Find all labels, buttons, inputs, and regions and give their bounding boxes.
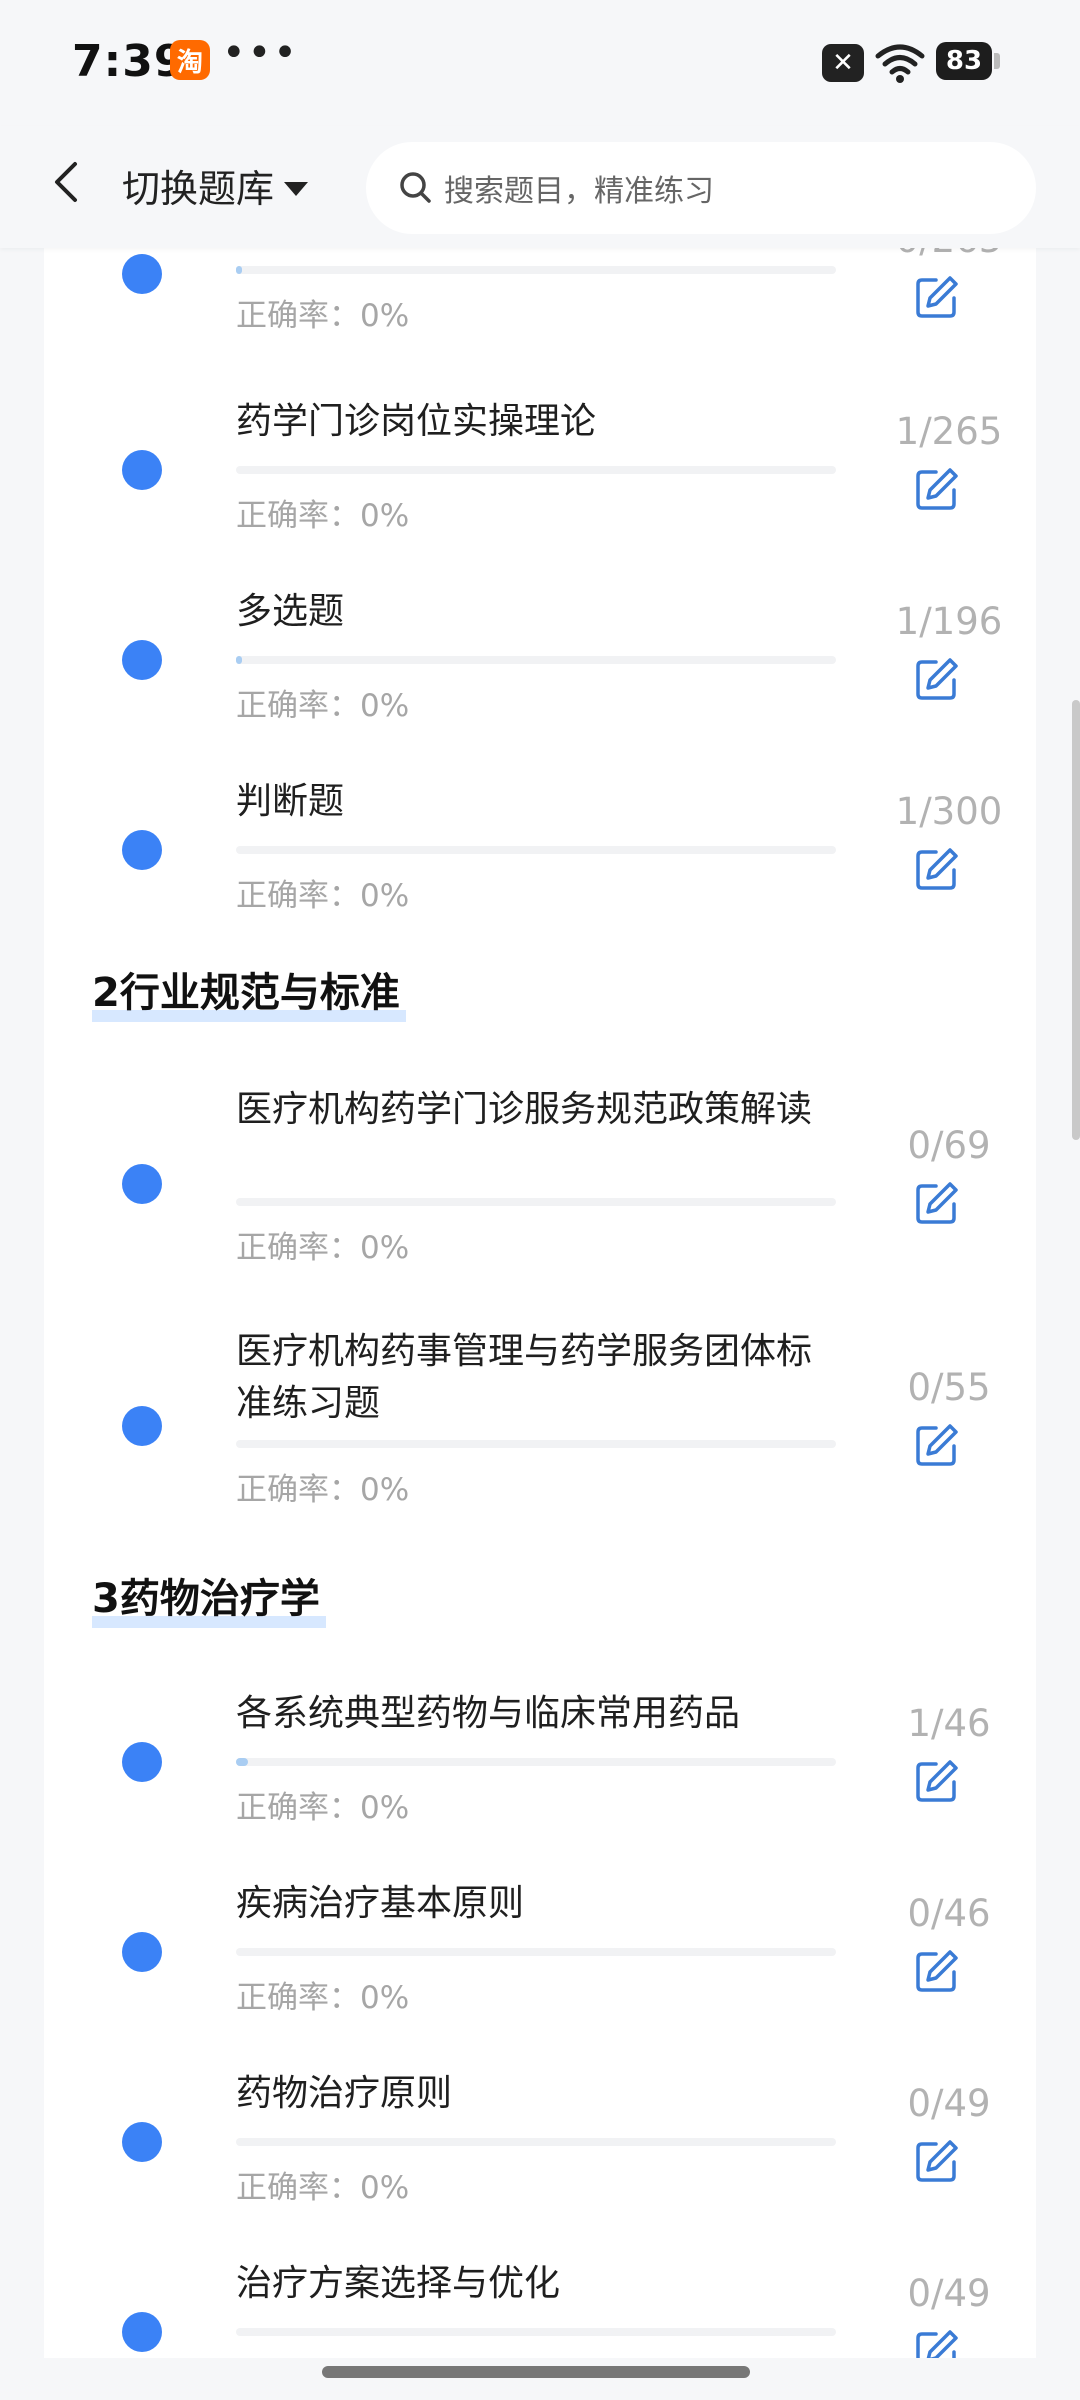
scrollbar[interactable] [1072, 700, 1080, 1140]
more-notifications-icon: ••• [222, 30, 299, 76]
status-dot [122, 2122, 162, 2162]
search-icon [400, 172, 431, 203]
status-dot [122, 1406, 162, 1446]
edit-icon[interactable] [914, 466, 960, 512]
back-button[interactable] [36, 152, 96, 212]
battery-tip [994, 53, 1000, 69]
progress-track [236, 2138, 836, 2146]
search-input[interactable]: 搜索题目，精准练习 [366, 142, 1036, 234]
question-count: 0/265 [874, 248, 1024, 261]
edit-icon[interactable] [914, 846, 960, 892]
progress-fill [236, 266, 242, 274]
question-count: 0/49 [907, 2272, 991, 2315]
taobao-app-icon: 淘 [170, 40, 210, 80]
status-bar: 7:39 淘 ••• ✕ 83 [0, 0, 1080, 126]
progress-track [236, 1440, 836, 1448]
accuracy-label: 正确率：0% [236, 1472, 410, 1508]
accuracy-label: 正确率：0% [236, 1230, 410, 1266]
item-title: 医疗机构药事管理与药学服务团体标准练习题 [236, 1331, 813, 1424]
section-title: 3药物治疗学 [92, 1566, 326, 1628]
edit-icon[interactable] [914, 656, 960, 702]
section-title: 2行业规范与标准 [92, 960, 406, 1022]
switch-bank-label: 切换题库 [122, 167, 275, 211]
status-dot [122, 640, 162, 680]
item-title: 多选题 [236, 591, 345, 632]
question-count: 1/196 [895, 600, 1003, 643]
item-title: 判断题 [236, 781, 345, 822]
progress-track [236, 1948, 836, 1956]
question-count: 0/55 [907, 1366, 991, 1409]
question-count: 0/69 [907, 1124, 991, 1167]
chevron-left-icon [55, 162, 77, 202]
home-indicator[interactable] [322, 2366, 750, 2378]
progress-track [236, 846, 836, 854]
battery-indicator: 83 [936, 42, 992, 80]
accuracy-label: 正确率：0% [236, 1980, 410, 2016]
edit-icon[interactable] [914, 2328, 960, 2358]
status-dot [122, 1164, 162, 1204]
item-title: 疾病治疗基本原则 [236, 1883, 525, 1924]
edit-icon[interactable] [914, 274, 960, 320]
progress-track [236, 266, 836, 274]
progress-track [236, 2328, 836, 2336]
question-bank-list: 0/265 正确率：0% 药学门诊岗位实操理论 1/265 正确率：0% 多选题… [44, 248, 1036, 2358]
notification-x-icon: ✕ [822, 44, 864, 82]
status-dot [122, 2312, 162, 2352]
switch-bank-button[interactable]: 切换题库 [122, 158, 309, 213]
accuracy-label: 正确率：0% [236, 2170, 410, 2206]
accuracy-label: 正确率：0% [236, 498, 410, 534]
wifi-icon [875, 44, 925, 83]
question-count: 0/46 [907, 1892, 991, 1935]
status-dot [122, 1932, 162, 1972]
progress-track [236, 466, 836, 474]
edit-icon[interactable] [914, 1758, 960, 1804]
progress-track [236, 656, 836, 664]
caret-down-icon [284, 181, 309, 196]
accuracy-label: 正确率：0% [236, 298, 410, 334]
question-count: 1/265 [895, 410, 1003, 453]
top-bar: 切换题库 搜索题目，精准练习 [0, 126, 1080, 248]
edit-icon[interactable] [914, 1180, 960, 1226]
accuracy-label: 正确率：0% [236, 1790, 410, 1826]
item-title: 药物治疗原则 [236, 2073, 453, 2114]
status-dot [122, 254, 162, 294]
edit-icon[interactable] [914, 2138, 960, 2184]
accuracy-label: 正确率：0% [236, 878, 410, 914]
item-title: 各系统典型药物与临床常用药品 [236, 1693, 741, 1734]
search-placeholder: 搜索题目，精准练习 [444, 174, 714, 209]
accuracy-label: 正确率：0% [236, 688, 410, 724]
item-title: 药学门诊岗位实操理论 [236, 401, 597, 442]
status-dot [122, 1742, 162, 1782]
edit-icon[interactable] [914, 1422, 960, 1468]
status-dot [122, 830, 162, 870]
progress-track [236, 1758, 836, 1766]
question-count: 0/49 [907, 2082, 991, 2125]
item-title: 医疗机构药学门诊服务规范政策解读 [236, 1089, 813, 1130]
question-count: 1/46 [907, 1702, 991, 1745]
progress-fill [236, 1758, 248, 1766]
question-count: 1/300 [895, 790, 1003, 833]
edit-icon[interactable] [914, 1948, 960, 1994]
status-dot [122, 450, 162, 490]
status-time: 7:39 [72, 36, 186, 87]
item-title: 治疗方案选择与优化 [236, 2263, 561, 2304]
progress-track [236, 1198, 836, 1206]
progress-fill [236, 656, 242, 664]
